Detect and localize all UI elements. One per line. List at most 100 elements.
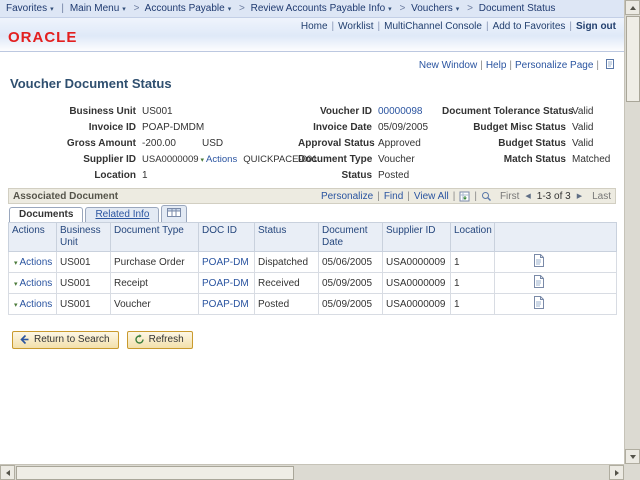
scroll-down-icon[interactable] [625,449,640,464]
help-link[interactable]: Help [486,60,507,71]
previous-rows-icon[interactable]: ◀ [525,192,530,200]
browser-content: Favorites▾ | Main Menu▾ > Accounts Payab… [0,0,624,464]
refresh-button[interactable]: Refresh [127,331,193,349]
breadcrumb: Favorites▾ | Main Menu▾ > Accounts Payab… [0,0,624,18]
related-actions-caret-icon[interactable]: ▾ [201,157,205,164]
dropdown-caret-icon: ▾ [122,6,126,13]
table-row: ▾Actions US001 Voucher POAP-DM Posted 05… [9,294,617,315]
home-link[interactable]: Home [301,21,328,32]
dropdown-caret-icon: ▾ [228,6,232,13]
download-to-excel-icon[interactable] [459,191,470,202]
col-doc-id: DOC ID [199,223,255,252]
match-status-label: Match Status [442,154,572,165]
doc-id-link[interactable]: POAP-DM [202,257,249,268]
cell-status: Received [255,273,319,294]
sign-out-link[interactable]: Sign out [576,21,616,32]
worklist-link[interactable]: Worklist [338,21,373,32]
cell-supplier-id: USA0000009 [383,252,451,273]
col-location: Location [451,223,495,252]
horizontal-scrollbar-thumb[interactable] [16,466,294,480]
link-separator: | [509,60,512,71]
row-actions-caret-icon: ▾ [14,281,18,288]
page-icon[interactable] [604,58,616,73]
cell-business-unit: US001 [57,273,111,294]
zoom-icon[interactable] [481,191,492,202]
cell-supplier-id: USA0000009 [383,273,451,294]
breadcrumb-separator: > [239,3,245,14]
gross-amount-value: -200.00USD [142,138,298,149]
find-link[interactable]: Find [384,191,403,202]
cell-location: 1 [451,252,495,273]
supplier-actions-link[interactable]: Actions [206,154,237,165]
breadcrumb-separator: > [399,3,405,14]
location-label: Location [8,170,142,181]
budget-misc-status-label: Budget Misc Status [442,122,572,133]
breadcrumb-item-accounts-payable[interactable]: Accounts Payable▾ [145,3,234,14]
voucher-id-label: Voucher ID [298,106,378,117]
button-label: Return to Search [34,334,110,345]
scroll-left-icon[interactable] [0,465,15,480]
cell-document-date: 05/06/2005 [319,252,383,273]
document-icon[interactable] [533,296,544,309]
link-separator: | [569,21,572,32]
return-icon [19,334,30,345]
associated-document-groupbox: Associated Document Personalize | Find |… [8,188,616,315]
tab-related-info[interactable]: Related Info [85,207,159,222]
last-link[interactable]: Last [592,191,611,202]
add-to-favorites-link[interactable]: Add to Favorites [493,21,566,32]
row-actions-caret-icon: ▾ [14,260,18,267]
breadcrumb-item-vouchers[interactable]: Vouchers▾ [411,3,461,14]
breadcrumb-separator: > [134,3,140,14]
supplier-short-name: QUICKPACE-001 [243,154,317,165]
breadcrumb-separator: | [61,3,64,14]
row-actions-link[interactable]: Actions [20,257,53,268]
voucher-id-link[interactable]: 00000098 [378,106,423,117]
scroll-right-icon[interactable] [609,465,624,480]
cell-document-type: Purchase Order [111,252,199,273]
approval-status-value: Approved [378,138,442,149]
oracle-logo: ORACLE [8,29,77,46]
document-icon[interactable] [533,275,544,288]
cell-location: 1 [451,273,495,294]
col-actions: Actions [9,223,57,252]
breadcrumb-label: Vouchers [411,3,453,14]
page-title: Voucher Document Status [10,76,172,91]
amount: -200.00 [142,138,176,149]
grid-tabs: Documents Related Info [8,205,616,222]
breadcrumb-item-review-ap-info[interactable]: Review Accounts Payable Info▾ [251,3,394,14]
breadcrumb-item-main-menu[interactable]: Main Menu▾ [70,3,128,14]
grid-toolbar: Personalize | Find | View All | | First … [321,191,611,202]
view-all-link[interactable]: View All [414,191,449,202]
breadcrumb-item-favorites[interactable]: Favorites▾ [6,3,56,14]
row-actions-link[interactable]: Actions [20,299,53,310]
vertical-scrollbar[interactable] [624,0,640,464]
breadcrumb-label: Main Menu [70,3,119,14]
multichannel-console-link[interactable]: MultiChannel Console [384,21,482,32]
groupbox-title: Associated Document [13,191,118,202]
cell-supplier-id: USA0000009 [383,294,451,315]
document-tolerance-status-value: Valid [572,106,616,117]
cell-location: 1 [451,294,495,315]
vertical-scrollbar-thumb[interactable] [626,16,640,102]
doc-id-link[interactable]: POAP-DM [202,278,249,289]
personalize-link[interactable]: Personalize [321,191,373,202]
dropdown-caret-icon: ▾ [50,6,54,13]
breadcrumb-label: Favorites [6,3,47,14]
document-icon[interactable] [533,254,544,267]
new-window-link[interactable]: New Window [419,60,477,71]
tab-documents[interactable]: Documents [9,207,83,222]
show-all-columns-tab[interactable] [161,205,187,222]
cell-business-unit: US001 [57,294,111,315]
tab-label: Documents [19,209,73,220]
first-link[interactable]: First [500,191,519,202]
row-range: 1-3 of 3 [537,191,571,202]
doc-id-link[interactable]: POAP-DM [202,299,249,310]
scroll-up-icon[interactable] [625,0,640,15]
personalize-page-link[interactable]: Personalize Page [515,60,593,71]
return-to-search-button[interactable]: Return to Search [12,331,119,349]
link-separator: | [474,191,477,202]
horizontal-scrollbar[interactable] [0,464,624,480]
next-rows-icon[interactable]: ▶ [577,192,582,200]
link-separator: | [378,21,381,32]
row-actions-link[interactable]: Actions [20,278,53,289]
